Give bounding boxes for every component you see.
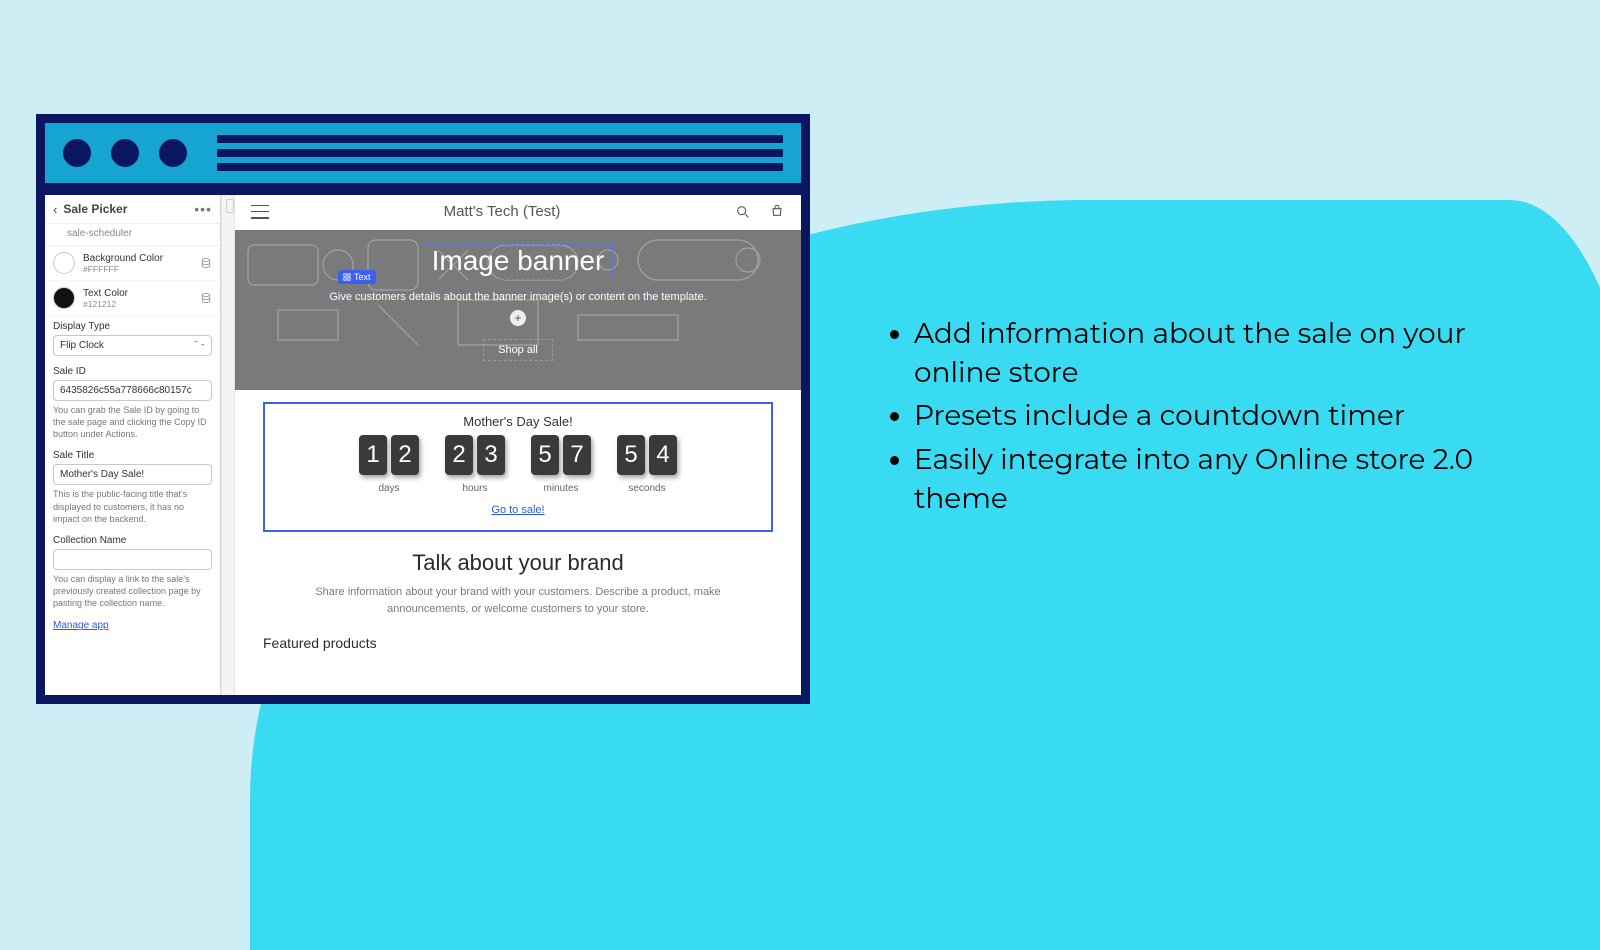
hamburger-icon[interactable] xyxy=(251,205,269,219)
display-type-label: Display Type xyxy=(53,321,212,332)
brand-body: Share information about your brand with … xyxy=(285,584,751,617)
clock-digit: 3 xyxy=(477,435,505,475)
manage-app-link[interactable]: Manage app xyxy=(45,614,117,637)
bullet-item: Presets include a countdown timer xyxy=(914,397,1554,436)
selection-tag[interactable]: Text xyxy=(338,270,376,284)
clock-unit: hours xyxy=(462,483,487,494)
sale-id-input[interactable] xyxy=(53,380,212,401)
sale-title-help: This is the public-facing title that's d… xyxy=(53,488,212,524)
sidebar-title: Sale Picker xyxy=(63,202,194,216)
search-icon[interactable] xyxy=(735,204,751,220)
bullet-item: Add information about the sale on your o… xyxy=(914,315,1554,393)
color-swatch xyxy=(53,252,75,274)
back-icon[interactable]: ‹ xyxy=(53,202,57,217)
clock-digit: 4 xyxy=(649,435,677,475)
banner-subtext[interactable]: Give customers details about the banner … xyxy=(322,288,713,306)
database-icon xyxy=(200,257,212,269)
sale-title-input[interactable] xyxy=(53,464,212,485)
window-bars xyxy=(217,129,783,177)
settings-sidebar: ‹ Sale Picker ••• sale-scheduler Backgro… xyxy=(45,195,221,695)
collection-input[interactable] xyxy=(53,549,212,570)
flip-clock: 1 2 days 2 3 hours 5 xyxy=(275,435,761,494)
brand-section: Talk about your brand Share information … xyxy=(235,550,801,617)
sale-title-text: Mother's Day Sale! xyxy=(275,414,761,429)
sale-id-help: You can grab the Sale ID by going to the… xyxy=(53,404,212,440)
sale-countdown-block[interactable]: Mother's Day Sale! 1 2 days 2 3 xyxy=(263,402,773,532)
clock-digit: 7 xyxy=(563,435,591,475)
clock-digit: 2 xyxy=(391,435,419,475)
display-type-select[interactable] xyxy=(53,335,212,356)
text-color-label: Text Color xyxy=(83,288,200,299)
go-to-sale-link[interactable]: Go to sale! xyxy=(491,504,544,516)
text-color-hex: #121212 xyxy=(83,299,200,309)
collection-help: You can display a link to the sale's pre… xyxy=(53,573,212,609)
featured-heading: Featured products xyxy=(235,617,801,651)
window-dot xyxy=(159,139,187,167)
sale-title-label: Sale Title xyxy=(53,450,212,461)
browser-window: ‹ Sale Picker ••• sale-scheduler Backgro… xyxy=(36,114,810,704)
bg-color-hex: #FFFFFF xyxy=(83,264,200,274)
text-color-row[interactable]: Text Color #121212 xyxy=(45,281,220,316)
window-dot xyxy=(111,139,139,167)
collection-label: Collection Name xyxy=(53,535,212,546)
selection-tag-text: Text xyxy=(354,272,371,282)
brand-heading: Talk about your brand xyxy=(285,550,751,576)
image-banner[interactable]: Image banner Text Give customers details… xyxy=(235,230,801,390)
color-swatch xyxy=(53,287,75,309)
sale-id-label: Sale ID xyxy=(53,366,212,377)
panel-divider xyxy=(221,195,235,695)
bg-color-row[interactable]: Background Color #FFFFFF xyxy=(45,246,220,281)
store-preview: Matt's Tech (Test) Image banner xyxy=(235,195,801,695)
clock-unit: minutes xyxy=(543,483,578,494)
clock-digit: 1 xyxy=(359,435,387,475)
bullet-item: Easily integrate into any Online store 2… xyxy=(914,441,1554,519)
banner-heading[interactable]: Image banner xyxy=(423,244,614,280)
store-name: Matt's Tech (Test) xyxy=(444,203,561,220)
bg-color-label: Background Color xyxy=(83,253,200,264)
more-icon[interactable]: ••• xyxy=(194,201,212,217)
window-titlebar xyxy=(45,123,801,195)
clock-digit: 5 xyxy=(617,435,645,475)
window-dot xyxy=(63,139,91,167)
clock-unit: seconds xyxy=(628,483,665,494)
clock-digit: 5 xyxy=(531,435,559,475)
store-header: Matt's Tech (Test) xyxy=(235,195,801,230)
clock-digit: 2 xyxy=(445,435,473,475)
cart-icon[interactable] xyxy=(769,204,785,220)
app-name: sale-scheduler xyxy=(45,224,220,246)
feature-bullets: Add information about the sale on your o… xyxy=(880,315,1554,523)
database-icon xyxy=(200,292,212,304)
clock-unit: days xyxy=(378,483,399,494)
